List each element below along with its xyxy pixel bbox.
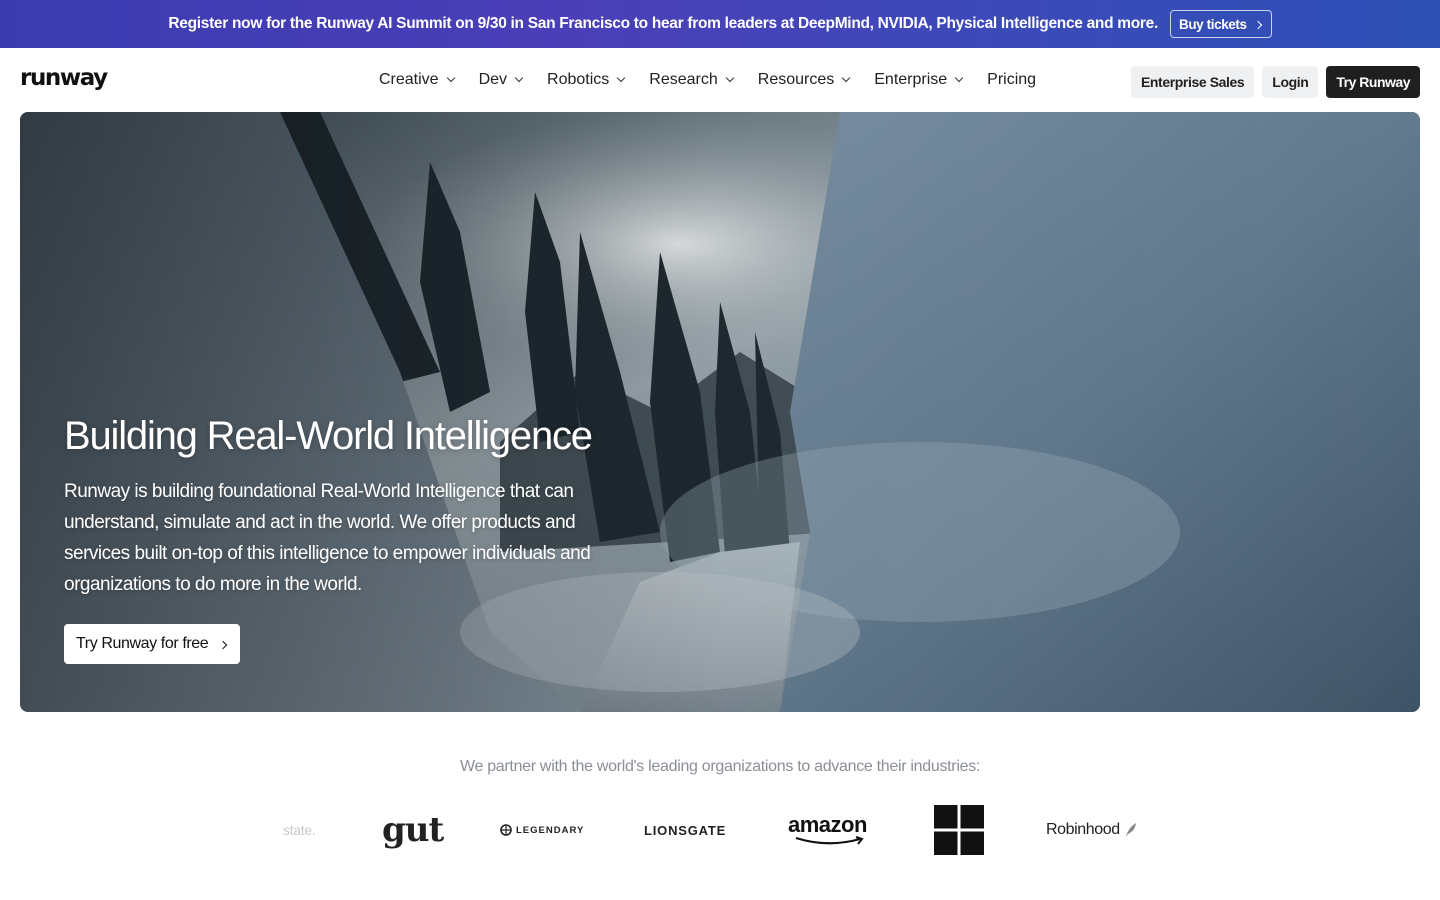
partner-logo-text: Robinhood [1046, 821, 1120, 838]
partner-logo-lionsgate: LIONSGATE [644, 800, 726, 860]
hero-description: Runway is building foundational Real-Wor… [64, 481, 591, 595]
globe-icon [500, 824, 512, 836]
login-button[interactable]: Login [1262, 66, 1319, 98]
hero-section: Building Real-World Intelligence Runway … [20, 112, 1420, 712]
nav-item-dev[interactable]: Dev [478, 71, 524, 89]
nav-item-pricing[interactable]: Pricing [987, 71, 1036, 89]
nav-item-label: Robotics [547, 71, 610, 88]
chevron-down-icon [617, 73, 626, 83]
amazon-smile-icon [795, 836, 864, 845]
partner-logo-text: LEGENDARY [516, 824, 585, 836]
cta-label: Try Runway for free [76, 635, 209, 652]
partner-logo-text: gut [382, 810, 444, 850]
main-nav: Creative Dev Robotics Research Resources… [379, 48, 1061, 112]
nav-item-research[interactable]: Research [649, 71, 735, 89]
chevron-right-icon [219, 640, 228, 649]
partner-logo-strip: state. gut LEGENDARY LIONSGATE amazon Ro… [0, 800, 1440, 860]
nav-item-label: Enterprise [874, 71, 948, 88]
buy-tickets-button[interactable]: Buy tickets [1169, 10, 1272, 38]
partner-logo-text: LIONSGATE [644, 822, 727, 838]
nav-item-label: Creative [379, 71, 439, 88]
partner-logo-legendary: LEGENDARY [500, 800, 584, 860]
partner-logo-amazon: amazon [788, 800, 872, 860]
try-runway-button[interactable]: Try Runway [1326, 66, 1420, 98]
partner-logo-gut: gut [382, 800, 444, 860]
site-header: runway Creative Dev Robotics Research Re… [0, 48, 1440, 112]
partner-logo-state: state. [283, 800, 316, 860]
nav-item-label: Resources [757, 71, 835, 88]
partner-logo-text: amazon [788, 812, 867, 837]
chevron-down-icon [954, 73, 964, 83]
chevron-down-icon [842, 73, 851, 83]
chevron-down-icon [446, 73, 455, 83]
runway-logo[interactable]: runway [20, 65, 108, 91]
nav-item-label: Pricing [987, 71, 1037, 88]
announcement-banner: Register now for the Runway AI Summit on… [0, 0, 1440, 48]
buy-tickets-label: Buy tickets [1178, 16, 1247, 32]
chevron-right-icon [1253, 20, 1262, 29]
chevron-down-icon [514, 73, 524, 83]
hero-background-image [20, 112, 1420, 712]
banner-text: Register now for the Runway AI Summit on… [168, 15, 1158, 32]
microsoft-logo-icon [934, 805, 984, 855]
partner-logo-microsoft [934, 800, 984, 860]
nav-item-creative[interactable]: Creative [379, 71, 455, 89]
feather-icon [1125, 823, 1136, 837]
nav-item-label: Research [649, 71, 718, 88]
nav-item-label: Dev [478, 71, 508, 88]
nav-item-resources[interactable]: Resources [757, 71, 851, 89]
nav-item-robotics[interactable]: Robotics [547, 71, 626, 89]
hero-title: Building Real-World Intelligence [64, 414, 593, 458]
partner-logo-robinhood: Robinhood [1046, 800, 1138, 860]
partners-caption: We partner with the world's leading orga… [459, 758, 981, 775]
try-runway-free-button[interactable]: Try Runway for free [64, 624, 241, 664]
header-actions: Enterprise Sales Login Try Runway [1130, 66, 1420, 98]
enterprise-sales-button[interactable]: Enterprise Sales [1130, 66, 1255, 98]
partner-logo-text: state. [283, 822, 316, 838]
chevron-down-icon [725, 73, 735, 83]
nav-item-enterprise[interactable]: Enterprise [874, 71, 964, 89]
